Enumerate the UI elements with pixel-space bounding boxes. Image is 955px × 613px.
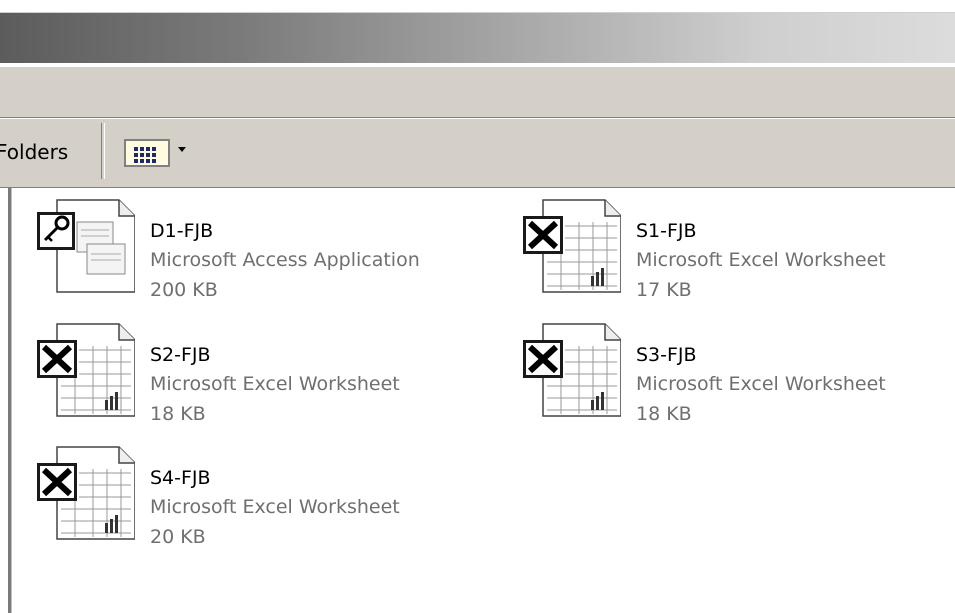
file-item-s3-fjb[interactable]: S3-FJB Microsoft Excel Worksheet 18 KB [521, 320, 941, 430]
title-bar [0, 0, 955, 66]
pane-divider[interactable] [8, 188, 12, 613]
title-bar-gradient [0, 12, 955, 63]
file-item-s4-fjb[interactable]: S4-FJB Microsoft Excel Worksheet 20 KB [35, 443, 455, 553]
file-size: 200 KB [150, 279, 218, 301]
file-item-s1-fjb[interactable]: S1-FJB Microsoft Excel Worksheet 17 KB [521, 196, 941, 306]
file-size: 18 KB [636, 403, 692, 425]
views-icon [124, 139, 170, 167]
toolbar-separator [101, 123, 105, 179]
file-size: 18 KB [150, 403, 206, 425]
file-type: Microsoft Excel Worksheet [150, 373, 400, 395]
file-name: S4-FJB [150, 467, 211, 489]
access-file-icon [35, 196, 136, 296]
toolbar: Folders [0, 118, 955, 189]
excel-file-icon [35, 320, 136, 420]
file-name: S1-FJB [636, 220, 697, 242]
excel-file-icon [521, 320, 622, 420]
file-name: S2-FJB [150, 344, 211, 366]
excel-file-icon [521, 196, 622, 296]
menu-bar [0, 66, 955, 118]
file-type: Microsoft Excel Worksheet [636, 249, 886, 271]
excel-file-icon [35, 443, 136, 543]
folders-button[interactable]: Folders [0, 133, 95, 171]
file-type: Microsoft Excel Worksheet [150, 496, 400, 518]
file-size: 20 KB [150, 526, 206, 548]
file-list-pane: D1-FJB Microsoft Access Application 200 … [0, 188, 955, 613]
views-button[interactable] [118, 133, 200, 171]
file-type: Microsoft Access Application [150, 249, 420, 271]
file-name: D1-FJB [150, 220, 214, 242]
file-name: S3-FJB [636, 344, 697, 366]
file-type: Microsoft Excel Worksheet [636, 373, 886, 395]
file-item-d1-fjb[interactable]: D1-FJB Microsoft Access Application 200 … [35, 196, 455, 306]
file-item-s2-fjb[interactable]: S2-FJB Microsoft Excel Worksheet 18 KB [35, 320, 455, 430]
dropdown-arrow-icon[interactable] [178, 147, 186, 152]
file-size: 17 KB [636, 279, 692, 301]
